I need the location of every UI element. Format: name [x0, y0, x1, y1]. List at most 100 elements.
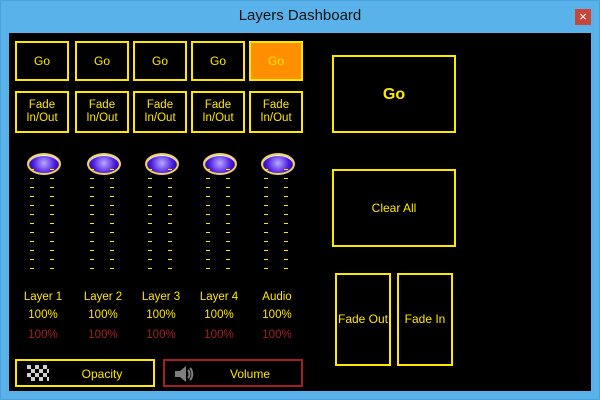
slider-tick — [264, 250, 268, 251]
slider-tick — [226, 214, 230, 215]
slider-tick — [264, 196, 268, 197]
slider-tick — [168, 241, 172, 242]
audio-slider-track[interactable] — [264, 169, 288, 274]
slider-tick — [50, 241, 54, 242]
layer-2-slider[interactable] — [82, 151, 122, 276]
layer-3-go-button[interactable]: Go — [133, 41, 187, 81]
layer-3-slider[interactable] — [140, 151, 180, 276]
slider-tick — [264, 241, 268, 242]
slider-tick — [148, 250, 152, 251]
slider-tick — [226, 223, 230, 224]
slider-tick — [50, 178, 54, 179]
slider-tick — [50, 196, 54, 197]
slider-tick — [110, 187, 114, 188]
slider-tick — [284, 268, 288, 269]
layer-2-go-button[interactable]: Go — [75, 41, 129, 81]
slider-tick — [206, 241, 210, 242]
audio-sub-value: 100% — [262, 329, 292, 341]
audio-slider[interactable] — [256, 151, 296, 276]
slider-tick — [90, 268, 94, 269]
layer-4-fade-button[interactable]: Fade In/Out — [191, 91, 245, 133]
fade-out-button[interactable]: Fade Out — [335, 273, 391, 366]
layer-3-slider-track[interactable] — [148, 169, 172, 274]
audio-go-button[interactable]: Go — [249, 41, 303, 81]
slider-tick — [264, 205, 268, 206]
slider-tick — [90, 259, 94, 260]
slider-tick — [264, 259, 268, 260]
slider-tick — [90, 250, 94, 251]
slider-tick — [168, 205, 172, 206]
fade-in-button[interactable]: Fade In — [397, 273, 453, 366]
slider-tick — [264, 187, 268, 188]
slider-tick — [148, 232, 152, 233]
opacity-button[interactable]: Opacity — [15, 359, 155, 387]
slider-tick — [30, 169, 34, 170]
slider-tick — [148, 268, 152, 269]
layer-4-slider[interactable] — [198, 151, 238, 276]
layer-4-go-button[interactable]: Go — [191, 41, 245, 81]
slider-tick — [284, 250, 288, 251]
layer-2-value: 100% — [88, 309, 118, 321]
dashboard-panel: Go Fade In/Out Go Fade In/Out Go Fade In… — [9, 33, 591, 391]
layer-1-fade-button[interactable]: Fade In/Out — [15, 91, 69, 133]
layer-2-fade-button[interactable]: Fade In/Out — [75, 91, 129, 133]
layer-4-slider-track[interactable] — [206, 169, 230, 274]
opacity-label: Opacity — [81, 367, 123, 381]
master-go-button[interactable]: Go — [332, 55, 456, 133]
slider-tick — [148, 196, 152, 197]
slider-tick — [50, 187, 54, 188]
slider-tick — [30, 178, 34, 179]
layer-3-sub-value: 100% — [146, 329, 176, 341]
audio-value: 100% — [262, 309, 292, 321]
layer-2-label: Layer 2 — [83, 291, 123, 303]
slider-tick — [226, 268, 230, 269]
slider-tick — [206, 214, 210, 215]
slider-tick — [264, 232, 268, 233]
slider-tick — [206, 268, 210, 269]
slider-tick — [50, 259, 54, 260]
layer-1-label: Layer 1 — [23, 291, 63, 303]
clear-all-button[interactable]: Clear All — [332, 169, 456, 247]
slider-tick — [226, 178, 230, 179]
app-window: Layers Dashboard × Go Fade In/Out Go Fad… — [0, 0, 600, 400]
layer-4-sub-value: 100% — [204, 329, 234, 341]
slider-tick — [226, 169, 230, 170]
slider-tick — [30, 259, 34, 260]
slider-tick — [148, 205, 152, 206]
slider-tick — [284, 205, 288, 206]
slider-tick — [284, 223, 288, 224]
layer-1-slider[interactable] — [22, 151, 62, 276]
slider-tick — [206, 187, 210, 188]
slider-tick — [284, 187, 288, 188]
slider-tick — [168, 223, 172, 224]
slider-tick — [90, 241, 94, 242]
slider-tick — [264, 223, 268, 224]
layer-1-slider-track[interactable] — [30, 169, 54, 274]
slider-tick — [148, 241, 152, 242]
close-button[interactable]: × — [575, 9, 591, 25]
volume-button[interactable]: Volume — [163, 359, 303, 387]
audio-fade-button[interactable]: Fade In/Out — [249, 91, 303, 133]
layer-1-go-button[interactable]: Go — [15, 41, 69, 81]
slider-tick — [50, 205, 54, 206]
slider-tick — [284, 178, 288, 179]
slider-tick — [226, 241, 230, 242]
slider-tick — [50, 223, 54, 224]
layer-3-fade-button[interactable]: Fade In/Out — [133, 91, 187, 133]
slider-tick — [206, 196, 210, 197]
slider-tick — [226, 205, 230, 206]
slider-tick — [110, 268, 114, 269]
layer-2-slider-track[interactable] — [90, 169, 114, 274]
slider-tick — [206, 169, 210, 170]
checkerboard-icon — [27, 365, 49, 383]
slider-tick — [168, 232, 172, 233]
slider-tick — [206, 223, 210, 224]
slider-tick — [30, 268, 34, 269]
slider-tick — [50, 250, 54, 251]
slider-tick — [206, 178, 210, 179]
slider-tick — [30, 196, 34, 197]
slider-tick — [148, 259, 152, 260]
slider-tick — [226, 250, 230, 251]
slider-tick — [168, 214, 172, 215]
slider-tick — [264, 268, 268, 269]
